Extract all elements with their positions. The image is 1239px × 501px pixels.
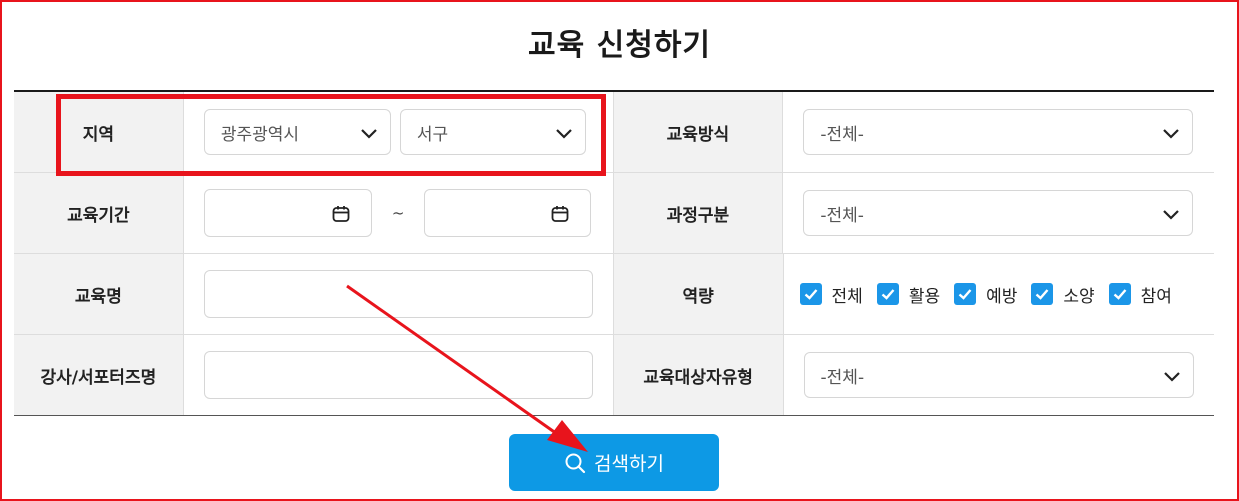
- checkbox-label: 활용: [908, 286, 941, 307]
- checkbox-checked-icon[interactable]: [1108, 283, 1131, 305]
- competency-cell: 전체 활용 예방 소양 참여: [782, 254, 1214, 334]
- method-cell: -전체-: [782, 92, 1214, 172]
- period-cell: ~: [182, 173, 613, 253]
- form-row-course: 교육명 역량 전체 활용 예방 소양 참여: [14, 254, 1214, 335]
- checkbox-checked-icon[interactable]: [954, 283, 977, 305]
- checkbox-checked-icon[interactable]: [876, 283, 899, 305]
- checkbox-participation[interactable]: 참여: [1108, 282, 1172, 307]
- course-name-label: 교육명: [14, 254, 183, 334]
- period-label: 교육기간: [14, 173, 183, 253]
- checkbox-checked-icon[interactable]: [1031, 283, 1054, 305]
- competency-checkboxes: 전체 활용 예방 소양 참여: [799, 282, 1172, 307]
- method-select-value: -전체-: [820, 124, 864, 145]
- date-separator: ~: [391, 204, 405, 222]
- category-select-value: -전체-: [820, 205, 864, 226]
- target-label: 교육대상자유형: [612, 335, 783, 415]
- calendar-icon[interactable]: [331, 204, 351, 224]
- checkbox-label: 소양: [1063, 286, 1095, 307]
- instructor-label: 강사/서포터즈명: [14, 335, 183, 415]
- target-select-value: -전체-: [820, 367, 865, 388]
- category-select[interactable]: -전체-: [803, 190, 1194, 236]
- instructor-cell: [182, 335, 613, 415]
- page-title: 교육 신청하기: [527, 28, 712, 63]
- start-date-input[interactable]: [203, 189, 372, 237]
- method-select[interactable]: -전체-: [803, 109, 1194, 155]
- course-name-input[interactable]: [203, 270, 593, 318]
- search-button[interactable]: 검색하기: [509, 434, 719, 491]
- target-cell: -전체-: [782, 335, 1214, 415]
- checkbox-utilization[interactable]: 활용: [876, 282, 941, 307]
- instructor-input[interactable]: [203, 351, 593, 399]
- checkbox-label: 전체: [831, 286, 863, 307]
- checkbox-all[interactable]: 전체: [799, 282, 863, 307]
- course-name-cell: [182, 254, 613, 334]
- competency-label: 역량: [612, 254, 783, 334]
- category-label: 과정구분: [612, 173, 783, 253]
- chevron-down-icon: [1163, 210, 1180, 220]
- form-row-instructor: 강사/서포터즈명 교육대상자유형 -전체-: [14, 335, 1214, 415]
- search-button-label: 검색하기: [594, 454, 664, 475]
- end-date-input[interactable]: [424, 189, 592, 237]
- annotation-highlight-box: [56, 94, 606, 176]
- chevron-down-icon: [1163, 372, 1180, 382]
- checkbox-label: 참여: [1140, 286, 1172, 307]
- checkbox-prevention[interactable]: 예방: [954, 282, 1017, 307]
- calendar-icon[interactable]: [550, 204, 570, 224]
- target-select[interactable]: -전체-: [803, 352, 1194, 398]
- checkbox-checked-icon[interactable]: [799, 283, 822, 305]
- category-cell: -전체-: [782, 173, 1214, 253]
- checkbox-literacy[interactable]: 소양: [1031, 282, 1095, 307]
- search-icon: [565, 453, 586, 473]
- method-label: 교육방식: [612, 92, 783, 172]
- checkbox-label: 예방: [986, 286, 1018, 307]
- form-row-period: 교육기간 ~ 과정구분 -전체-: [14, 173, 1214, 254]
- chevron-down-icon: [1163, 129, 1180, 139]
